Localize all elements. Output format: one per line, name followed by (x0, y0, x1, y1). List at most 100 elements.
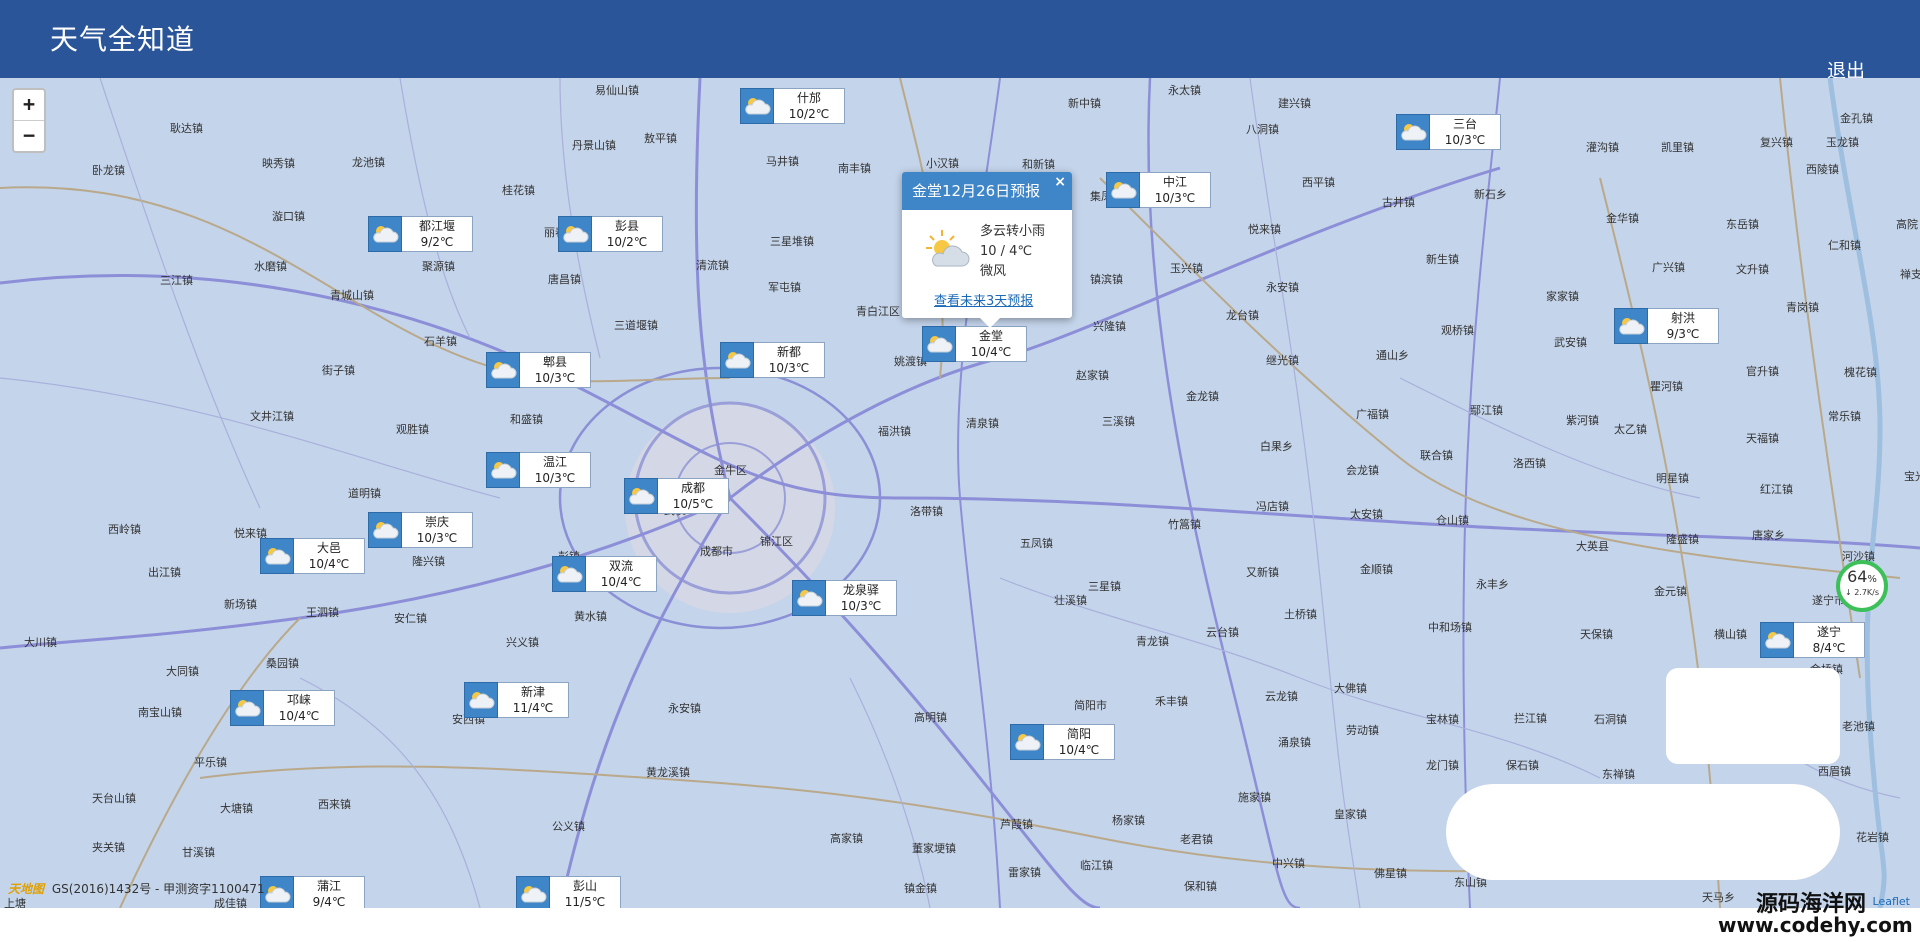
place-label: 天福镇 (1746, 432, 1779, 445)
weather-marker[interactable]: 邛崃 10/4℃ (230, 690, 335, 726)
place-label: 观桥镇 (1441, 324, 1474, 337)
place-label: 高明镇 (914, 711, 947, 724)
place-label: 金龙镇 (1186, 390, 1219, 403)
place-label: 赵家镇 (1076, 369, 1109, 382)
place-label: 耿达镇 (170, 122, 203, 135)
place-label: 保和镇 (1184, 880, 1217, 893)
cloudy-weather-icon (368, 216, 402, 252)
marker-city: 简阳 (1066, 727, 1091, 741)
place-label: 花岩镇 (1856, 831, 1889, 844)
cloudy-weather-icon (368, 512, 402, 548)
cloudy-weather-icon (552, 556, 586, 592)
weather-marker[interactable]: 郫县 10/3℃ (486, 352, 591, 388)
weather-marker[interactable]: 金堂 10/4℃ (922, 326, 1027, 362)
place-label: 龙门镇 (1426, 759, 1459, 772)
place-label: 悦来镇 (1248, 223, 1281, 236)
place-label: 三道堰镇 (614, 319, 658, 332)
marker-temp: 10/3℃ (840, 599, 882, 613)
weather-marker[interactable]: 射洪 9/3℃ (1614, 308, 1719, 344)
weather-marker[interactable]: 崇庆 10/3℃ (368, 512, 473, 548)
place-label: 文升镇 (1736, 263, 1769, 276)
weather-marker[interactable]: 都江堰 9/2℃ (368, 216, 473, 252)
place-label: 红江镇 (1760, 483, 1793, 496)
place-label: 青城山镇 (330, 289, 374, 302)
marker-label: 彭县 10/2℃ (592, 216, 663, 252)
marker-label: 三台 10/3℃ (1430, 114, 1501, 150)
place-label: 皇家镇 (1334, 808, 1367, 821)
network-speed-widget[interactable]: 64% ↓ 2.7K/s (1836, 560, 1888, 612)
place-label: 敖平镇 (644, 132, 677, 145)
place-label: 永丰乡 (1476, 578, 1509, 591)
marker-city: 三台 (1452, 117, 1477, 131)
weather-marker[interactable]: 简阳 10/4℃ (1010, 724, 1115, 760)
place-label: 聚源镇 (422, 260, 455, 273)
marker-city: 射洪 (1670, 311, 1695, 325)
place-label: 五凤镇 (1020, 537, 1053, 550)
marker-city: 新津 (520, 685, 545, 699)
marker-label: 新都 10/3℃ (754, 342, 825, 378)
speed-rate: ↓ 2.7K/s (1844, 588, 1880, 597)
place-label: 大塘镇 (220, 802, 253, 815)
place-label: 广兴镇 (1652, 261, 1685, 274)
place-label: 新生镇 (1426, 253, 1459, 266)
place-label: 拦江镇 (1514, 712, 1547, 725)
zoom-in-button[interactable]: + (14, 90, 44, 120)
marker-label: 成都 10/5℃ (658, 478, 729, 514)
marker-label: 邛崃 10/4℃ (264, 690, 335, 726)
marker-temp: 10/3℃ (534, 471, 576, 485)
forecast-3day-link[interactable]: 查看未来3天预报 (934, 290, 1033, 309)
place-label: 青龙镇 (1136, 635, 1169, 648)
weather-marker[interactable]: 温江 10/3℃ (486, 452, 591, 488)
place-label: 壮溪镇 (1054, 594, 1087, 607)
marker-city: 大邑 (316, 541, 341, 555)
place-label: 王泗镇 (306, 606, 339, 619)
weather-marker[interactable]: 新都 10/3℃ (720, 342, 825, 378)
speed-percent: 64% (1847, 567, 1877, 586)
marker-city: 什邡 (796, 91, 821, 105)
weather-marker[interactable]: 龙泉驿 10/3℃ (792, 580, 897, 616)
tianditu-logo: 天地图 (8, 882, 45, 896)
popup-info: 多云转小雨 10 / 4℃ 微风 (980, 222, 1045, 282)
place-label: 广福镇 (1356, 408, 1389, 421)
weather-marker[interactable]: 什邡 10/2℃ (740, 88, 845, 124)
leaflet-link[interactable]: Leaflet (1873, 895, 1910, 908)
weather-marker[interactable]: 彭山 11/5℃ (516, 876, 621, 908)
marker-temp: 10/5℃ (672, 497, 714, 511)
marker-label: 都江堰 9/2℃ (402, 216, 473, 252)
place-label: 三江镇 (160, 274, 193, 287)
marker-temp: 10/4℃ (970, 345, 1012, 359)
place-label: 槐花镇 (1844, 366, 1877, 379)
cloudy-weather-icon (486, 352, 520, 388)
marker-temp: 10/3℃ (1444, 133, 1486, 147)
zoom-out-button[interactable]: − (14, 120, 44, 151)
popup-close-button[interactable]: × (1054, 174, 1066, 190)
place-label: 仓山镇 (1436, 514, 1469, 527)
weather-marker[interactable]: 新津 11/4℃ (464, 682, 569, 718)
marker-temp: 10/2℃ (606, 235, 648, 249)
place-label: 禅支 (1900, 268, 1920, 281)
place-label: 天台山镇 (92, 792, 136, 805)
weather-marker[interactable]: 蒲江 9/4℃ (260, 876, 365, 908)
place-label: 凯里镇 (1661, 141, 1694, 154)
weather-marker[interactable]: 遂宁 8/4℃ (1760, 622, 1865, 658)
place-label: 又新镇 (1246, 566, 1279, 579)
marker-label: 蒲江 9/4℃ (294, 876, 365, 908)
weather-marker[interactable]: 三台 10/3℃ (1396, 114, 1501, 150)
weather-marker[interactable]: 彭县 10/2℃ (558, 216, 663, 252)
marker-label: 大邑 10/4℃ (294, 538, 365, 574)
place-label: 天马乡 (1702, 891, 1735, 904)
place-label: 劳动镇 (1346, 724, 1379, 737)
place-label: 新石乡 (1474, 188, 1507, 201)
place-label: 兴义镇 (506, 636, 539, 649)
weather-marker[interactable]: 成都 10/5℃ (624, 478, 729, 514)
popup-weather: 多云转小雨 (980, 224, 1046, 239)
place-label: 西岭镇 (108, 523, 141, 536)
place-label: 临江镇 (1080, 859, 1113, 872)
weather-marker[interactable]: 中江 10/3℃ (1106, 172, 1211, 208)
weather-marker[interactable]: 大邑 10/4℃ (260, 538, 365, 574)
place-label: 丹景山镇 (572, 139, 616, 152)
weather-marker[interactable]: 双流 10/4℃ (552, 556, 657, 592)
place-label: 洛带镇 (910, 505, 943, 518)
place-label: 高院 (1896, 218, 1918, 231)
place-label: 金顺镇 (1360, 563, 1393, 576)
